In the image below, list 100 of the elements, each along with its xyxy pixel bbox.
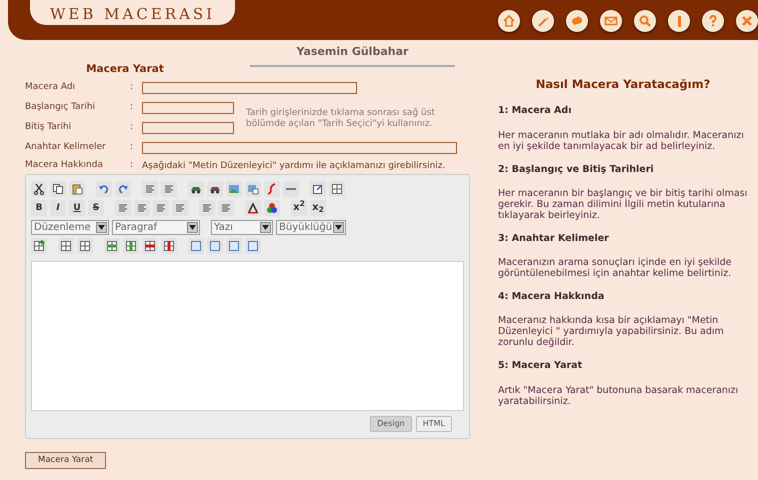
step-text: Her maceranın mutlaka bir adı olmalıdır. Maceranızı en iyi şekilde tanımlayacak bir ad belirleyiniz.: [498, 130, 745, 152]
image-icon: [228, 183, 240, 195]
toolbar-button[interactable]: [153, 200, 169, 216]
step-heading: 2: Başlangıç ve Bitiş Tarihleri: [498, 162, 655, 176]
caret-icon: [189, 224, 196, 230]
highlight-icon: [266, 202, 278, 214]
caret-icon: [262, 224, 269, 230]
step-heading: 3: Anahtar Kelimeler: [498, 232, 610, 246]
justify-icon: [174, 202, 186, 214]
step-text: Maceranız hakkında kısa bir açıklamayı "Metin Düzenleyici " yardımıyla yapabilirsiniz. Bu adım zorunlu değildir.: [498, 315, 725, 348]
step-text: Her maceranın bir başlangıç ve bir bitiş tarihi olması gerekir. Bu zaman dilimini İlgili metin kutularına tıklayarak beirleyiniz.: [498, 188, 748, 221]
table-cell-icon: [209, 240, 221, 252]
input-field[interactable]: [142, 142, 457, 154]
help-title: Nasıl Macera Yaratacağım?: [534, 76, 712, 93]
toolbar-button[interactable]: [172, 200, 188, 216]
toolbar-button[interactable]: [207, 181, 223, 197]
field-label: Bitiş Tarihi: [25, 121, 72, 134]
search-icon: [637, 13, 653, 29]
table-icon: [331, 183, 343, 195]
step-heading: 4: Macera Hakkında: [498, 290, 606, 304]
format-button[interactable]: B: [31, 200, 47, 216]
toolbar-button[interactable]: [77, 238, 93, 254]
home-button[interactable]: [498, 10, 520, 32]
search-button[interactable]: [634, 10, 656, 32]
table-cell-icon: [190, 240, 202, 252]
insert-column-icon: [125, 240, 137, 252]
toolbar-button[interactable]: [199, 200, 215, 216]
toolbar-button[interactable]: [50, 181, 66, 197]
script-button[interactable]: x$^{2}$: [291, 200, 307, 216]
insert-table-icon: [33, 240, 45, 252]
edit-icon: [312, 183, 324, 195]
toolbar-button[interactable]: [134, 200, 150, 216]
toolbar-button[interactable]: [264, 200, 280, 216]
dropdown[interactable]: Büyüklüğü: [276, 220, 346, 234]
info-button[interactable]: [668, 10, 690, 32]
input-field[interactable]: [142, 102, 234, 114]
step-heading: 5: Macera Yarat: [498, 359, 584, 374]
dropdown[interactable]: Yazı: [211, 220, 273, 234]
toolbar-button[interactable]: [104, 238, 120, 254]
toolbar-button[interactable]: [161, 238, 177, 254]
toolbar-button[interactable]: [142, 238, 158, 254]
field-label: Macera Adı: [25, 81, 76, 94]
toolbar-button[interactable]: [142, 181, 158, 197]
colon: :: [130, 159, 134, 172]
toolbar-button[interactable]: [188, 181, 204, 197]
home-icon: [501, 13, 517, 29]
undo-icon: [98, 183, 110, 195]
field-label: Macera Hakkında: [25, 159, 104, 172]
create-button[interactable]: Macera Yarat: [25, 452, 106, 469]
format-button[interactable]: U: [69, 200, 85, 216]
copy-icon: [52, 183, 64, 195]
script-button[interactable]: x$_{2}$: [310, 200, 326, 216]
table-cell-icon: [228, 240, 240, 252]
toolbar-button[interactable]: [218, 200, 234, 216]
caret-icon: [98, 224, 105, 230]
dropdown[interactable]: Paragraf: [112, 220, 200, 234]
redo-icon: [117, 183, 129, 195]
format-button[interactable]: S: [88, 200, 104, 216]
toolbar-button[interactable]: [245, 200, 261, 216]
wand-button[interactable]: [532, 10, 554, 32]
toolbar-button[interactable]: [310, 181, 326, 197]
cut-icon: [33, 183, 45, 195]
step-text: Maceranızın arama sonuçları içinde en iyi şekilde görüntülenebilmesi için anahtar kelime belirtiniz.: [498, 257, 733, 279]
field-label: Anahtar Kelimeler: [25, 141, 107, 154]
mode-tab[interactable]: HTML: [416, 416, 452, 432]
info-icon: [678, 16, 680, 26]
about-hint: Aşağıdaki "Metin Düzenleyici" yardımı ile açıklamanızı girebilirsiniz.: [142, 160, 446, 172]
date-hint: Tarih girişlerinizde tıklama sonrası sağ üst bölümde açılan "Tarih Seçici"yi kullanınız.: [246, 108, 436, 130]
help-button[interactable]: [702, 10, 724, 32]
flash-icon: [266, 183, 278, 195]
toolbar-button[interactable]: [123, 238, 139, 254]
toolbar-button[interactable]: [329, 181, 345, 197]
input-field[interactable]: [142, 82, 357, 94]
cloud-button[interactable]: [566, 10, 588, 32]
tab[interactable]: Macera Yarat: [86, 62, 164, 78]
dropdown[interactable]: Düzenleme: [31, 220, 109, 234]
toolbar-button[interactable]: [58, 238, 74, 254]
field-label: Başlangıç Tarihi: [25, 101, 96, 114]
toolbar-button[interactable]: [245, 181, 261, 197]
paste-icon: [71, 183, 83, 195]
envelope-button[interactable]: [600, 10, 622, 32]
insert-row-icon: [144, 240, 156, 252]
toolbar-button[interactable]: [283, 181, 299, 197]
toolbar-button[interactable]: [31, 238, 47, 254]
insert-column-icon: [163, 240, 175, 252]
toolbar-button[interactable]: [69, 181, 85, 197]
tab[interactable]: Yasemin Gülbahar: [250, 44, 455, 66]
input-field[interactable]: [142, 122, 234, 134]
toolbar-button[interactable]: [161, 181, 177, 197]
format-button[interactable]: I: [50, 200, 66, 216]
table-cell-icon: [247, 240, 259, 252]
toolbar-button[interactable]: [115, 200, 131, 216]
step-text: Artık "Macera Yarat" butonuna basarak maceranızı yaratabilirsiniz.: [498, 384, 740, 406]
insert-row-icon: [106, 240, 118, 252]
close-button[interactable]: [736, 10, 758, 32]
text-color-icon: [247, 202, 259, 214]
mode-tab[interactable]: Design: [370, 416, 412, 432]
toolbar-button[interactable]: [31, 181, 47, 197]
colon: :: [130, 101, 134, 114]
image-icon: [247, 183, 259, 195]
